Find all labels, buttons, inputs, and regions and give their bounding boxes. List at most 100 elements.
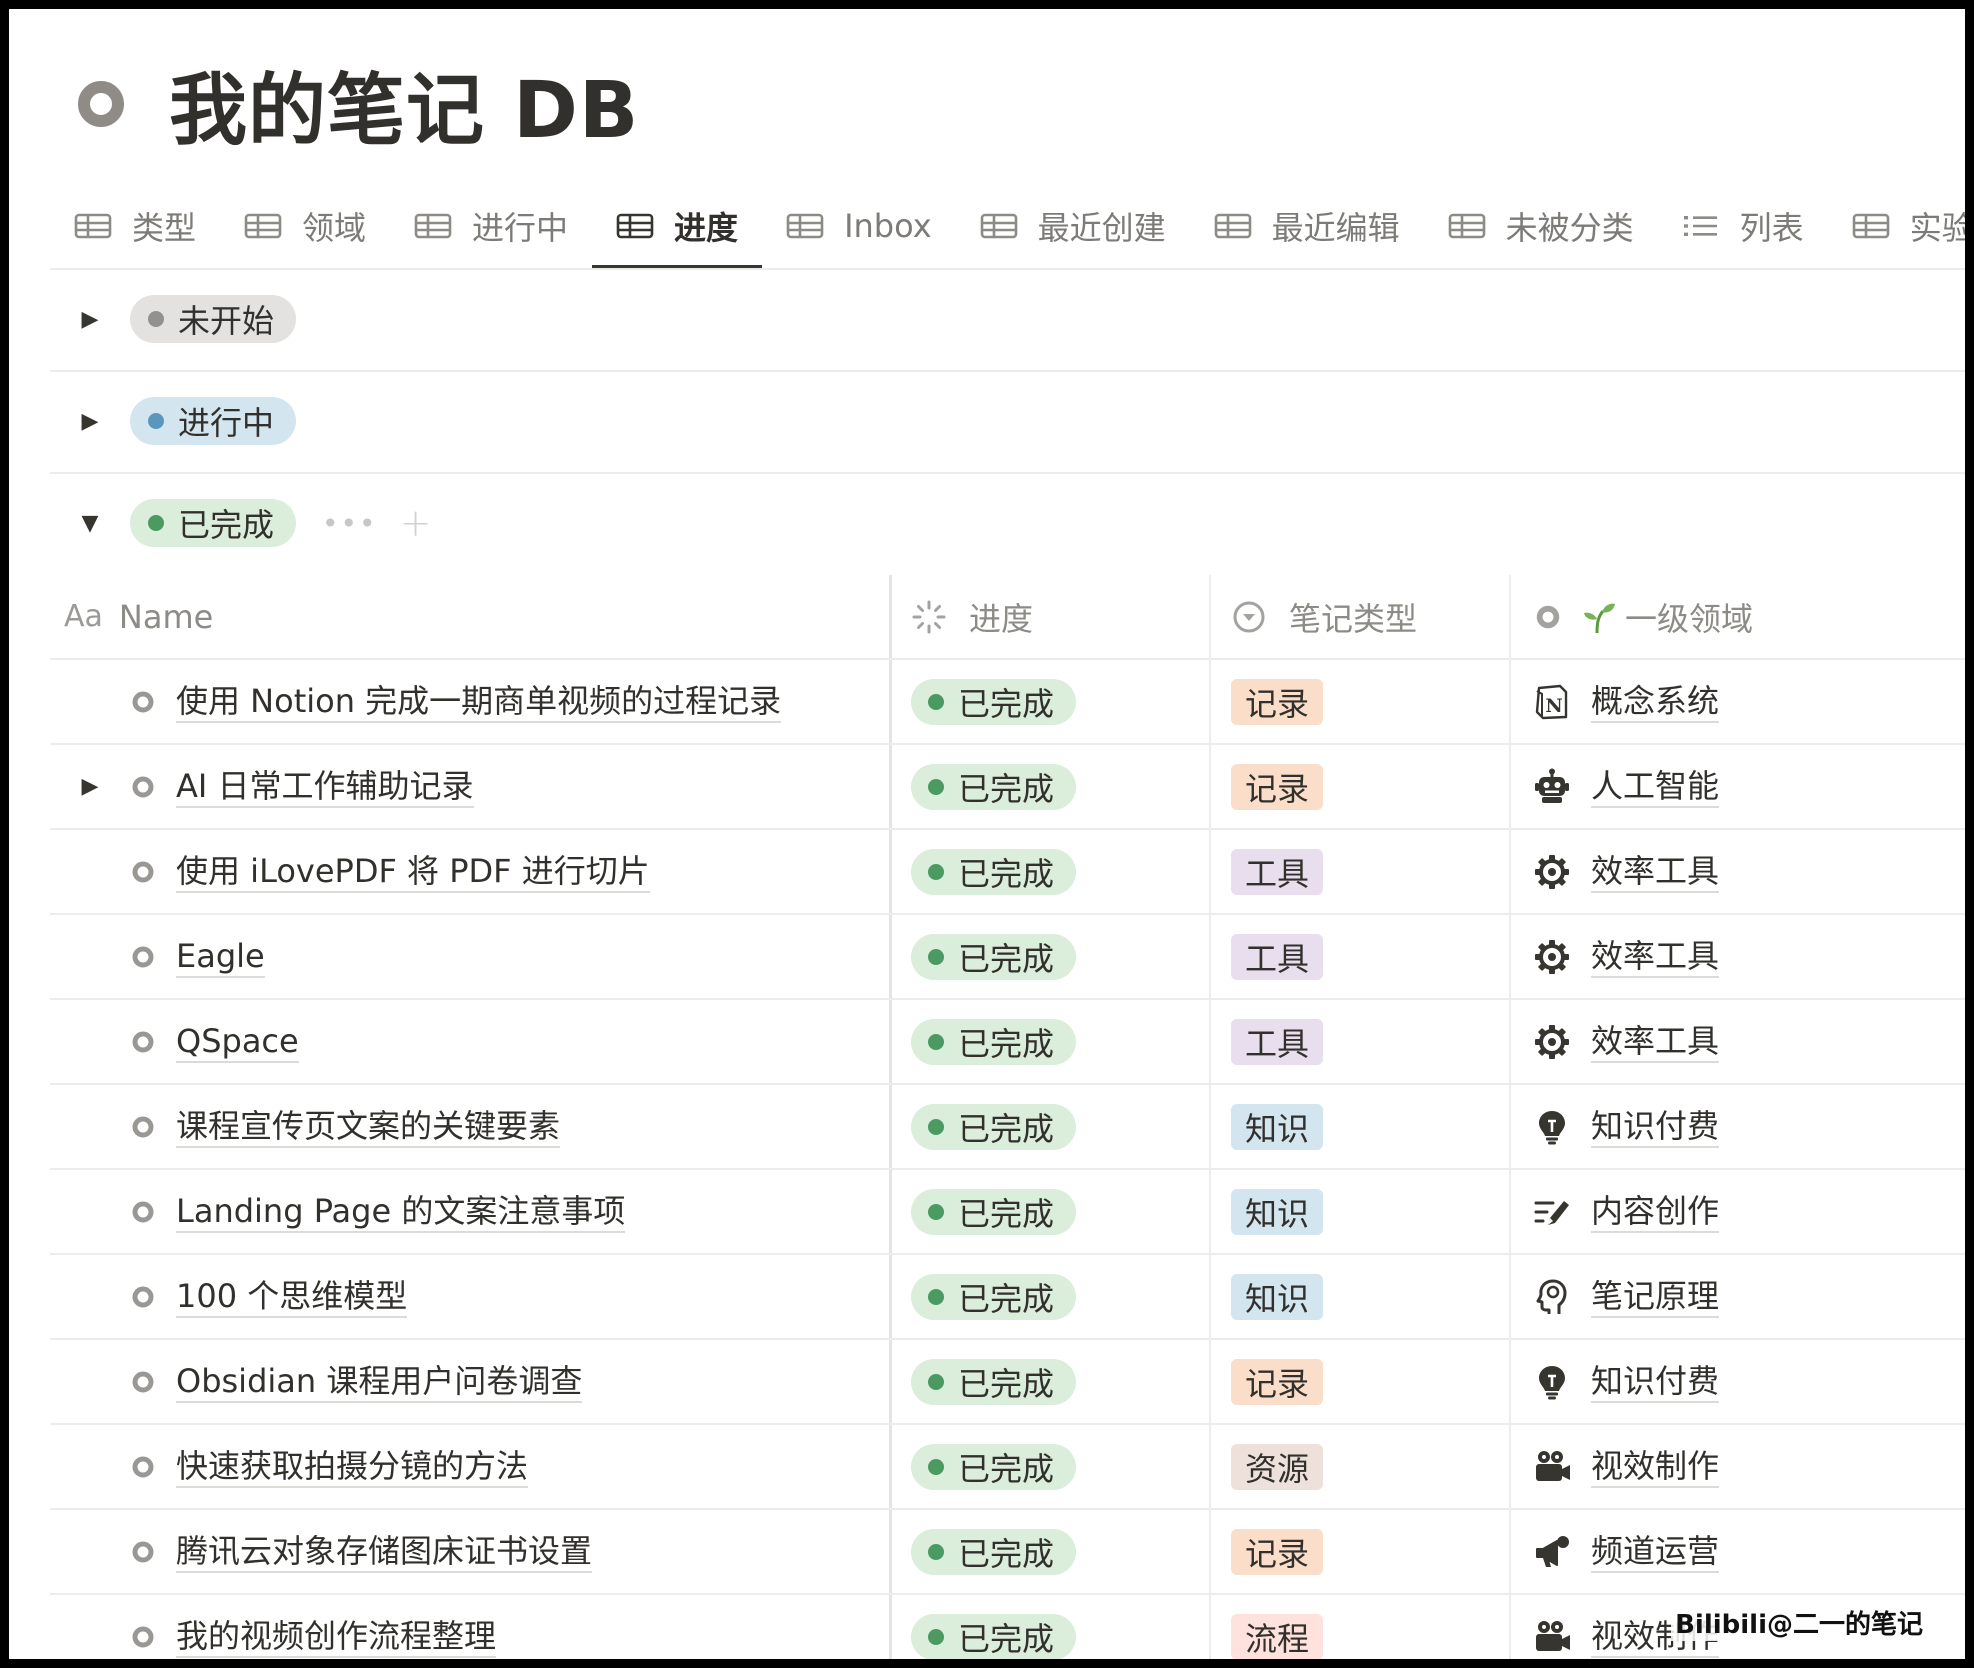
area-column-header[interactable]: 一级领域 [1509,575,1965,658]
status-badge: 已完成 [911,848,1077,895]
note-type-cell[interactable]: 知识 [1209,1255,1509,1338]
note-type-cell[interactable]: 资源 [1209,1425,1509,1508]
table-row[interactable]: ▶ AI 日常工作辅助记录 已完成 记录 人工智能 [50,745,1965,830]
area-cell[interactable]: 视效制作 [1509,1425,1965,1508]
tab-列表[interactable]: 列表 [1658,183,1828,269]
area-relation-link[interactable]: 人工智能 [1591,766,1720,808]
area-relation-link[interactable]: 效率工具 [1591,936,1720,978]
area-cell[interactable]: 人工智能 [1509,745,1965,828]
progress-cell[interactable]: 已完成 [889,1340,1209,1423]
status-badge: 已完成 [911,763,1077,810]
progress-cell[interactable]: 已完成 [889,915,1209,998]
tab-进度[interactable]: 进度 [592,183,763,269]
page-title-link[interactable]: 使用 iLovePDF 将 PDF 进行切片 [176,851,650,893]
area-relation-link[interactable]: 频道运营 [1591,1531,1720,1573]
area-cell[interactable]: 效率工具 [1509,830,1965,913]
tab-实验[interactable]: 实验 [1828,183,1965,269]
ring-icon[interactable] [76,79,126,129]
progress-cell[interactable]: 已完成 [889,1425,1209,1508]
area-relation-link[interactable]: 知识付费 [1591,1106,1720,1148]
table-row[interactable]: ▶100 个思维模型 已完成 知识 笔记原理 [50,1255,1965,1340]
area-cell[interactable]: 效率工具 [1509,1000,1965,1083]
status-group-pill[interactable]: 未开始 [130,295,297,343]
table-row[interactable]: ▶Eagle 已完成 工具 效率工具 [50,915,1965,1000]
area-relation-link[interactable]: 内容创作 [1591,1191,1720,1233]
progress-cell[interactable]: 已完成 [889,1085,1209,1168]
tab-未被分类[interactable]: 未被分类 [1424,183,1658,269]
area-relation-link[interactable]: 知识付费 [1591,1361,1720,1403]
note-type-cell[interactable]: 工具 [1209,915,1509,998]
page-title-link[interactable]: 快速获取拍摄分镜的方法 [176,1446,529,1488]
expand-triangle-icon[interactable]: ▶ [70,774,110,799]
progress-cell[interactable]: 已完成 [889,660,1209,743]
progress-cell[interactable]: 已完成 [889,1170,1209,1253]
tab-类型[interactable]: 类型 [50,183,220,269]
area-cell[interactable]: 笔记原理 [1509,1255,1965,1338]
note-type-cell[interactable]: 工具 [1209,830,1509,913]
area-cell[interactable]: 知识付费 [1509,1340,1965,1423]
area-cell[interactable]: 频道运营 [1509,1510,1965,1593]
expand-triangle-icon[interactable]: ▶ [75,409,105,434]
page-title[interactable]: 我的笔记 DB [169,61,639,161]
note-type-cell[interactable]: 知识 [1209,1085,1509,1168]
progress-column-header[interactable]: 进度 [889,575,1209,658]
area-cell[interactable]: 效率工具 [1509,915,1965,998]
note-type-cell[interactable]: 知识 [1209,1170,1509,1253]
progress-cell[interactable]: 已完成 [889,1000,1209,1083]
area-cell[interactable]: N 概念系统 [1509,660,1965,743]
table-icon [616,213,654,239]
table-row[interactable]: ▶快速获取拍摄分镜的方法 已完成 资源 视效制作 [50,1425,1965,1510]
page-title-link[interactable]: 腾讯云对象存储图床证书设置 [176,1531,593,1573]
note-type-cell[interactable]: 流程 [1209,1595,1509,1659]
page-title-link[interactable]: AI 日常工作辅助记录 [176,766,474,808]
area-cell[interactable]: 内容创作 [1509,1170,1965,1253]
collapse-triangle-icon[interactable]: ▼ [75,511,105,536]
note-type-column-header[interactable]: 笔记类型 [1209,575,1509,658]
more-options-icon[interactable]: ••• [322,507,378,540]
name-cell: ▶100 个思维模型 [50,1255,889,1338]
note-type-cell[interactable]: 记录 [1209,1340,1509,1423]
note-type-cell[interactable]: 记录 [1209,1510,1509,1593]
add-icon[interactable]: + [400,501,432,545]
table-row[interactable]: ▶Landing Page 的文案注意事项 已完成 知识 内容创作 [50,1170,1965,1255]
tab-Inbox[interactable]: Inbox [762,183,956,269]
area-cell[interactable]: 知识付费 [1509,1085,1965,1168]
note-type-cell[interactable]: 工具 [1209,1000,1509,1083]
area-relation-link[interactable]: 效率工具 [1591,1021,1720,1063]
area-relation-link[interactable]: 笔记原理 [1591,1276,1720,1318]
table-row[interactable]: ▶使用 iLovePDF 将 PDF 进行切片 已完成 工具 效率工具 [50,830,1965,915]
table-row[interactable]: ▶使用 Notion 完成一期商单视频的过程记录 已完成 记录 N 概念系统 [50,660,1965,745]
ring-icon [132,776,154,797]
progress-cell[interactable]: 已完成 [889,1255,1209,1338]
note-type-cell[interactable]: 记录 [1209,660,1509,743]
table-row[interactable]: ▶Obsidian 课程用户问卷调查 已完成 记录 知识付费 [50,1340,1965,1425]
status-group-pill[interactable]: 已完成 [130,499,297,547]
area-relation-link[interactable]: 效率工具 [1591,851,1720,893]
name-column-header[interactable]: Aa Name [50,575,889,658]
tab-最近创建[interactable]: 最近创建 [956,183,1190,269]
page-title-link[interactable]: Landing Page 的文案注意事项 [176,1191,626,1233]
area-relation-link[interactable]: 视效制作 [1591,1446,1720,1488]
page-title-link[interactable]: 使用 Notion 完成一期商单视频的过程记录 [176,681,782,723]
status-group-pill[interactable]: 进行中 [130,397,297,445]
page-title-link[interactable]: QSpace [176,1021,299,1063]
progress-cell[interactable]: 已完成 [889,1510,1209,1593]
progress-cell[interactable]: 已完成 [889,745,1209,828]
note-type-cell[interactable]: 记录 [1209,745,1509,828]
table-row[interactable]: ▶QSpace 已完成 工具 效率工具 [50,1000,1965,1085]
page-title-link[interactable]: Obsidian 课程用户问卷调查 [176,1361,583,1403]
page-title-link[interactable]: 课程宣传页文案的关键要素 [176,1106,561,1148]
page-title-link[interactable]: 我的视频创作流程整理 [176,1616,497,1658]
lightbulb-icon [1539,1365,1565,1399]
table-row[interactable]: ▶课程宣传页文案的关键要素 已完成 知识 知识付费 [50,1085,1965,1170]
progress-cell[interactable]: 已完成 [889,830,1209,913]
page-title-link[interactable]: 100 个思维模型 [176,1276,408,1318]
area-relation-link[interactable]: 概念系统 [1591,681,1720,723]
page-title-link[interactable]: Eagle [176,936,265,978]
table-row[interactable]: ▶腾讯云对象存储图床证书设置 已完成 记录 频道运营 [50,1510,1965,1595]
tab-进行中[interactable]: 进行中 [390,183,592,269]
progress-cell[interactable]: 已完成 [889,1595,1209,1659]
expand-triangle-icon[interactable]: ▶ [75,307,105,332]
tab-最近编辑[interactable]: 最近编辑 [1190,183,1424,269]
tab-领域[interactable]: 领域 [220,183,390,269]
